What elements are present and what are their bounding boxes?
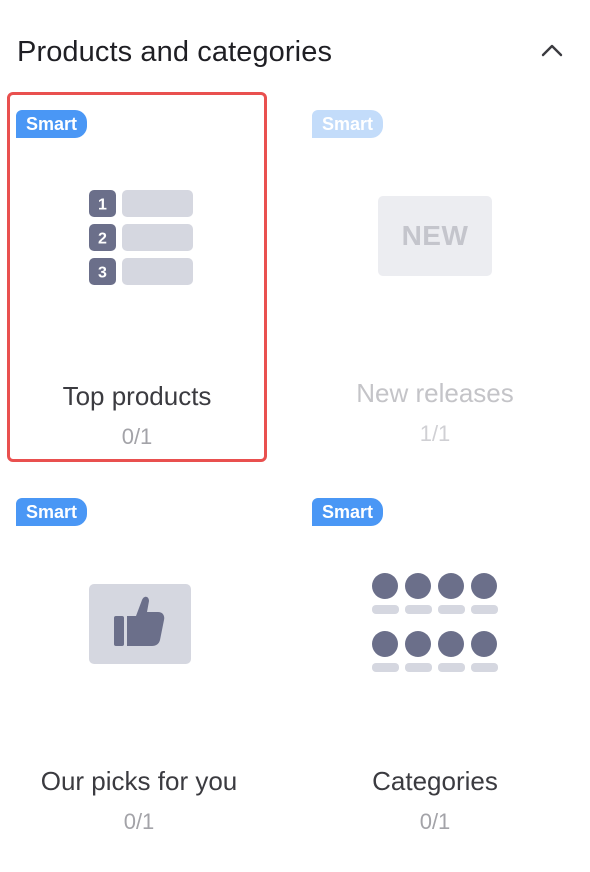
chevron-up-icon xyxy=(541,44,563,57)
thumbs-up-icon xyxy=(89,584,191,664)
card-top-products[interactable]: Smart 1 2 3 Top products 0/1 xyxy=(7,92,267,462)
card-our-picks-for-you[interactable]: Smart Our picks for you 0/1 xyxy=(7,480,271,850)
ranked-list-icon: 1 2 3 xyxy=(89,190,193,285)
card-new-releases[interactable]: Smart NEW New releases 1/1 xyxy=(303,92,567,462)
card-count: 0/1 xyxy=(419,809,451,834)
rank-number-2: 2 xyxy=(98,231,107,248)
smart-badge: Smart xyxy=(312,110,384,138)
smart-badge: Smart xyxy=(312,498,384,526)
card-count: 0/1 xyxy=(123,809,155,834)
smart-badge: Smart xyxy=(16,498,88,526)
card-name: Top products xyxy=(62,381,212,411)
section-header: Products and categories xyxy=(17,26,572,78)
section-title: Products and categories xyxy=(17,36,333,68)
card-name: Our picks for you xyxy=(40,766,238,796)
new-tag-icon: NEW xyxy=(378,196,492,276)
card-categories[interactable]: Smart Categories 0/1 xyxy=(303,480,567,850)
products-and-categories-panel: Products and categories Smart 1 2 3 Top … xyxy=(0,0,590,872)
rank-number-3: 3 xyxy=(98,265,107,282)
smart-badge: Smart xyxy=(16,110,88,138)
collapse-button[interactable] xyxy=(532,32,572,72)
category-grid-icon xyxy=(372,573,498,672)
rank-number-1: 1 xyxy=(98,197,107,214)
card-count: 1/1 xyxy=(419,421,451,446)
card-name: New releases xyxy=(356,378,514,408)
card-name: Categories xyxy=(372,766,498,796)
card-count: 0/1 xyxy=(121,424,153,449)
